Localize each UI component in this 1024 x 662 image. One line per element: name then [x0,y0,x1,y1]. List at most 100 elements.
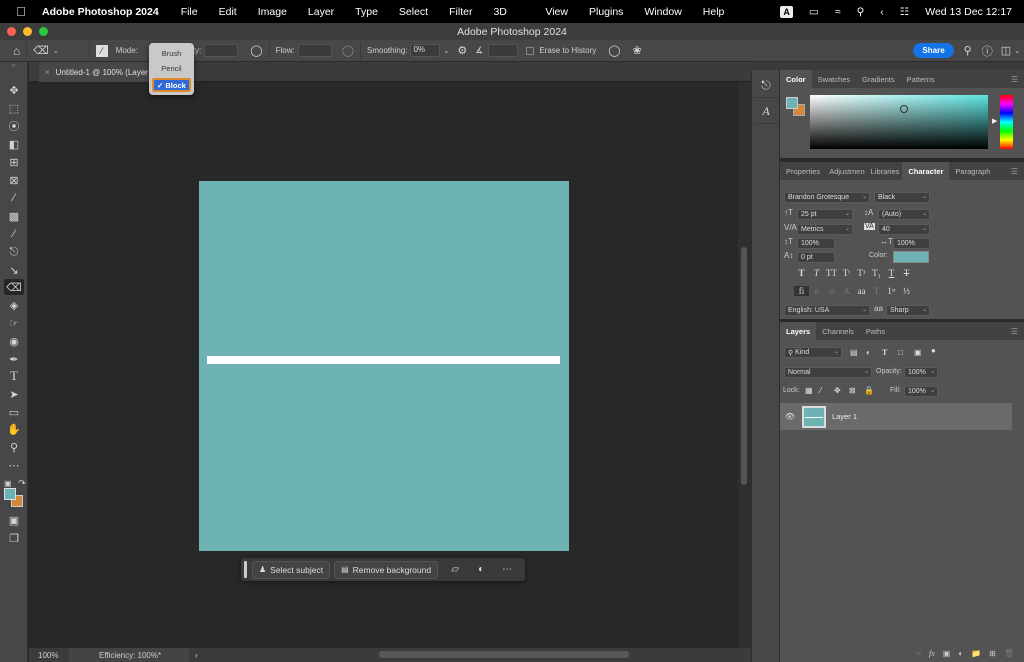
input-source-icon[interactable]: A [780,5,793,18]
wifi-icon[interactable]: ≈ [835,6,841,18]
layer-name[interactable]: Layer 1 [832,412,857,421]
quick-mask-icon[interactable]: ▣ [4,512,24,528]
language-select[interactable]: English: USA ⌄ [784,305,870,316]
path-selection-tool-icon[interactable]: ➤ [4,386,24,402]
paint-bucket-tool-icon[interactable]: ◈ [4,297,24,313]
dodge-tool-icon[interactable]: ◉ [4,333,24,349]
more-tools-icon[interactable]: ⋯ [4,457,24,473]
zoom-tool-icon[interactable]: ⚲ [4,439,24,455]
eyedropper-tool-icon[interactable]: ∕ [4,190,24,206]
lock-position-icon[interactable]: ✥ [834,386,841,395]
faux-bold-icon[interactable]: T [794,268,809,278]
antialias-select[interactable]: Sharp ⌄ [886,305,930,316]
new-group-icon[interactable]: 📁 [971,649,981,658]
color-picker-cursor[interactable] [900,105,908,113]
tool-preset-picker[interactable]: ⌫ ⌄ [33,44,58,57]
filter-toggle-icon[interactable]: ● [931,346,936,355]
airbrush-icon[interactable]: ◯ [342,44,354,57]
document-tab[interactable]: × Untitled-1 @ 100% (Layer [39,62,154,82]
taskbar-drag-handle[interactable] [244,561,247,578]
horizontal-scale-field[interactable]: 100% [893,238,930,249]
mode-option-block[interactable]: ✓ Block [152,78,191,92]
small-caps-icon[interactable]: Tᵗ [839,268,854,278]
control-center-icon[interactable]: ☷ [900,6,909,18]
menu-layer[interactable]: Layer [308,6,334,18]
marquee-tool-icon[interactable]: ⬚ [4,100,24,116]
screen-mode-icon[interactable]: ❐ [4,530,24,546]
transform-icon[interactable]: ▱ [442,564,468,575]
vertical-scrollbar[interactable] [738,82,751,648]
hue-slider[interactable] [1000,95,1013,149]
crop-tool-icon[interactable]: ⊞ [4,154,24,170]
filter-shape-icon[interactable]: □ [898,348,903,357]
zoom-window-button[interactable] [39,27,48,36]
new-adjustment-layer-icon[interactable]: ◐ [958,649,963,658]
layer-fill-field[interactable]: 100% ⌄ [904,386,938,397]
pressure-opacity-icon[interactable]: ◯ [250,44,262,57]
filter-pixel-icon[interactable]: ▤ [850,348,858,357]
tab-color[interactable]: Color [780,70,812,88]
superscript-icon[interactable]: T¹ [854,268,869,278]
menu-filter[interactable]: Filter [449,6,472,18]
home-icon[interactable]: ⌂ [13,44,20,58]
share-button[interactable]: Share [913,43,954,58]
tab-paragraph[interactable]: Paragraph [949,162,996,180]
tracking-field[interactable]: 40 ⌄ [878,224,930,235]
symmetry-butterfly-icon[interactable]: ❀ [633,44,642,57]
object-selection-tool-icon[interactable]: ◧ [4,136,24,152]
panel-menu-icon[interactable]: ☰ [1011,167,1018,176]
tab-swatches[interactable]: Swatches [812,70,857,88]
tab-gradients[interactable]: Gradients [856,70,901,88]
panel-menu-icon[interactable]: ☰ [1011,75,1018,84]
panel-dock-grip[interactable] [751,62,1024,70]
menu-window[interactable]: Window [644,6,681,18]
color-panel-foreground-swatch[interactable] [786,97,798,109]
close-window-button[interactable] [7,27,16,36]
foreground-color-swatch[interactable] [4,488,16,500]
erase-to-history-checkbox[interactable] [526,46,535,55]
filter-smart-object-icon[interactable]: ▣ [914,348,922,357]
font-size-field[interactable]: 25 pt ⌄ [797,209,853,220]
all-caps-icon[interactable]: TT [824,268,839,278]
menu-app-name[interactable]: Adobe Photoshop 2024 [42,6,159,18]
tab-adjustments[interactable]: Adjustmen [826,162,867,180]
swash-icon[interactable]: A [839,286,854,296]
menu-type[interactable]: Type [355,6,378,18]
minimize-window-button[interactable] [23,27,32,36]
faux-italic-icon[interactable]: T [809,268,824,278]
stylistic-alternates-icon[interactable]: aa [854,286,869,296]
menu-plugins[interactable]: Plugins [589,6,623,18]
menu-3d[interactable]: 3D [493,6,506,18]
eraser-tool-icon[interactable]: ⌫ [4,279,24,295]
layer-filter-kind-select[interactable]: ⚲ Kind ⌄ [784,347,842,358]
ordinals-icon[interactable]: 1ˢᵗ [884,286,899,296]
clone-stamp-tool-icon[interactable]: ⎋ [4,244,24,260]
select-subject-button[interactable]: ♟ Select subject [252,560,331,579]
glyphs-panel-icon[interactable]: A [754,100,778,124]
adjustment-icon[interactable]: ◐ [468,564,494,575]
hand-tool-icon[interactable]: ✋ [4,421,24,437]
flow-field[interactable] [297,44,332,57]
apple-icon[interactable]:  [14,4,28,19]
mode-option-pencil[interactable]: Pencil [149,64,194,73]
remove-background-button[interactable]: ▤ Remove background [334,560,439,579]
smoothing-dropdown-icon[interactable]: ⌄ [443,47,449,55]
pressure-size-icon[interactable]: ◯ [608,44,620,57]
text-color-swatch[interactable] [893,251,929,263]
new-layer-icon[interactable]: ⊞ [989,649,996,658]
search-icon[interactable]: ⚲ [964,44,972,57]
menu-help[interactable]: Help [703,6,725,18]
tab-channels[interactable]: Channels [816,322,860,340]
leading-field[interactable]: (Auto) ⌄ [878,209,930,220]
vertical-scale-field[interactable]: 100% [797,238,835,249]
zoom-level[interactable]: 100% [29,651,69,660]
lock-image-pixels-icon[interactable]: ⁄ [820,386,821,395]
opacity-field[interactable] [204,44,239,57]
document-canvas[interactable] [199,181,569,551]
tab-paths[interactable]: Paths [860,322,891,340]
angle-field[interactable] [488,44,519,57]
color-picker-field[interactable] [810,95,988,149]
hue-slider-arrow-icon[interactable]: ▶ [992,117,997,125]
strikethrough-icon[interactable]: T [899,268,914,278]
lock-all-icon[interactable]: 🔒 [864,386,874,395]
